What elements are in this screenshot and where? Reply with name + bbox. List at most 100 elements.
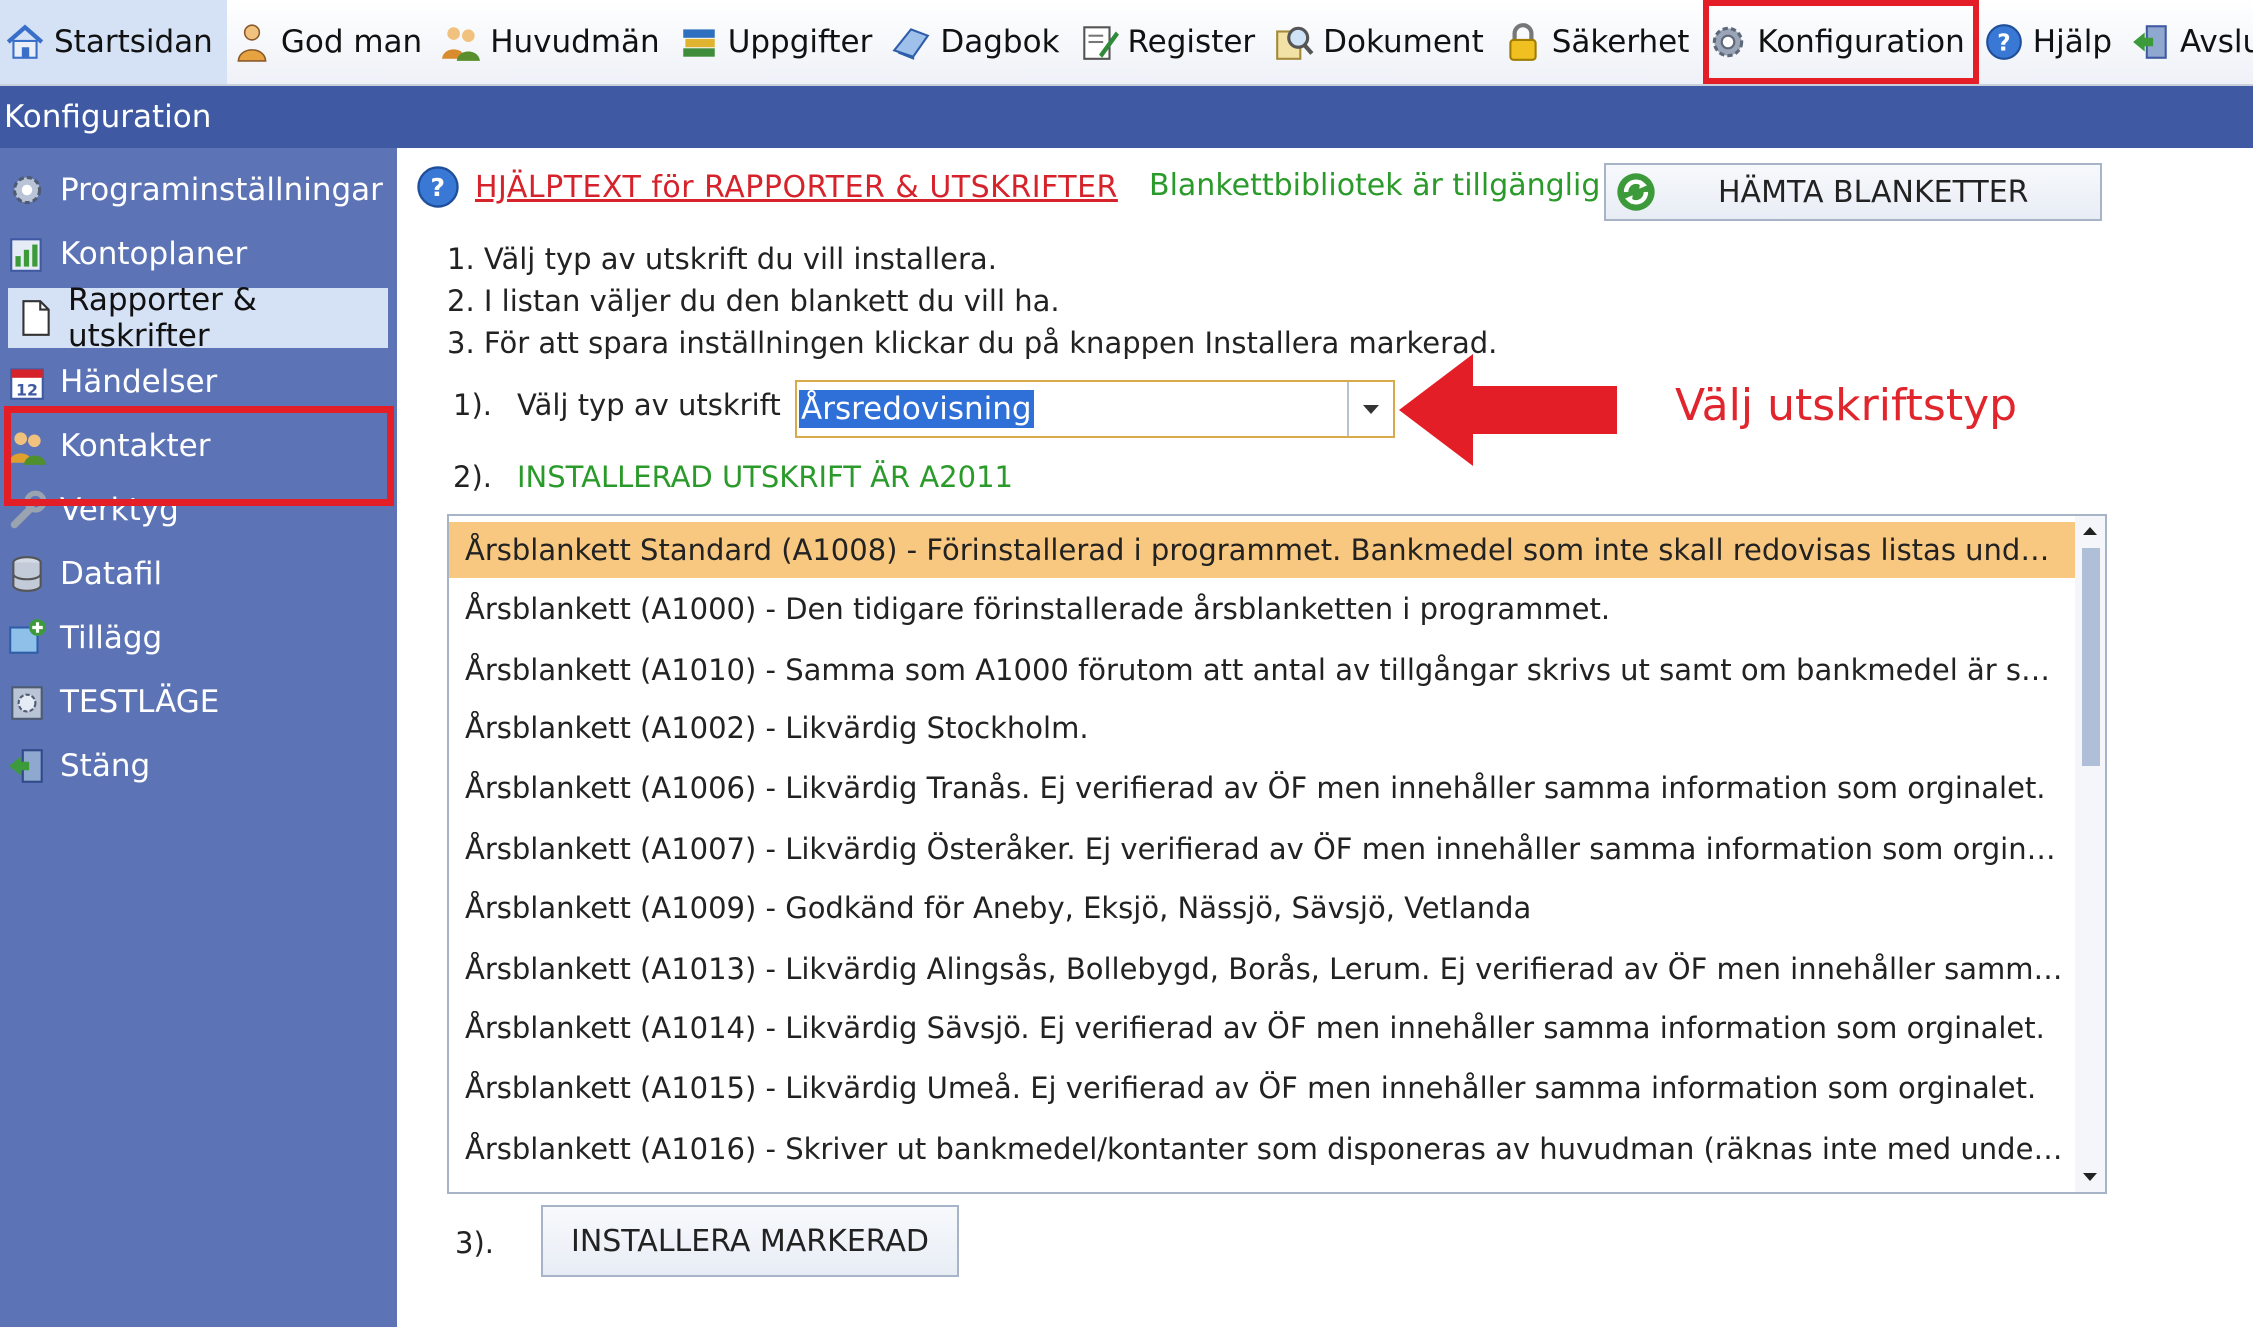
people-icon [442, 27, 481, 61]
contacts-icon [9, 432, 46, 465]
menu-huvudman[interactable]: Huvudmän [436, 0, 673, 84]
install-selected-button[interactable]: INSTALLERA MARKERAD [541, 1205, 959, 1277]
menu-label: Konfiguration [1757, 24, 1965, 60]
sidebar: Programinställningar Kontoplaner Rapport… [0, 148, 397, 1327]
step-2-number: 2). [453, 460, 492, 494]
settings-icon [12, 175, 42, 205]
sidebar-item-label: Tillägg [60, 620, 163, 656]
svg-text:?: ? [430, 173, 445, 202]
instruction-1: 1. Välj typ av utskrift du vill installe… [447, 242, 997, 276]
sidebar-item-tillagg[interactable]: Tillägg [0, 608, 397, 668]
print-type-select[interactable]: Årsredovisning [795, 380, 1395, 438]
menu-dokument[interactable]: Dokument [1269, 0, 1498, 84]
list-item[interactable]: Årsblankett (A1007) - Likvärdig Österåke… [449, 821, 2076, 877]
list-item[interactable]: Årsblankett (A1016) - Skriver ut bankmed… [449, 1121, 2076, 1177]
scroll-thumb[interactable] [2082, 548, 2100, 766]
chart-icon [10, 238, 42, 272]
menu-dagbok[interactable]: Dagbok [886, 0, 1073, 84]
menu-avslut[interactable]: Avslut [2126, 0, 2253, 84]
sidebar-item-stang[interactable]: Stäng [0, 736, 397, 796]
gear-icon [1713, 26, 1744, 58]
wrench-icon [10, 490, 47, 529]
instruction-3: 3. För att spara inställningen klickar d… [447, 326, 1498, 360]
sidebar-item-label: Händelser [60, 364, 218, 400]
list-item[interactable]: Årsblankett (A1006) - Likvärdig Tranås. … [449, 760, 2076, 816]
print-type-label: Välj typ av utskrift [517, 388, 781, 422]
sidebar-item-label: Kontoplaner [60, 236, 248, 272]
menu-label: Uppgifter [727, 24, 873, 60]
sidebar-item-label: Programinställningar [60, 172, 383, 208]
sidebar-item-programinstallningar[interactable]: Programinställningar [0, 160, 397, 220]
menu-startsidan[interactable]: Startsidan [0, 0, 227, 84]
list-item[interactable]: Årsblankett (A1015) - Likvärdig Umeå. Ej… [449, 1060, 2076, 1116]
instruction-2: 2. I listan väljer du den blankett du vi… [447, 284, 1060, 318]
list-item[interactable]: Årsblankett (A1002) - Likvärdig Stockhol… [449, 700, 2076, 756]
print-type-dropdown-button[interactable] [1347, 382, 1393, 436]
menu-label: God man [280, 24, 423, 60]
chevron-up-icon [2083, 527, 2097, 535]
database-icon [12, 556, 42, 592]
test-icon [11, 686, 43, 720]
installed-status: INSTALLERAD UTSKRIFT ÄR A2011 [517, 460, 1013, 494]
list-item[interactable]: Årsblankett (A1000) - Den tidigare förin… [449, 581, 2076, 637]
install-selected-label: INSTALLERA MARKERAD [570, 1223, 930, 1259]
menu-label: Avslut [2180, 24, 2253, 60]
list-item[interactable]: Årsblankett (A1009) - Godkänd för Aneby,… [449, 880, 2076, 936]
sidebar-item-label: Rapporter & utskrifter [68, 282, 257, 354]
notebook-icon [892, 28, 930, 60]
forms-list-scrollbar[interactable] [2075, 516, 2105, 1192]
scroll-down-button[interactable] [2075, 1164, 2105, 1190]
svg-text:?: ? [1997, 30, 2010, 56]
sidebar-item-verktyg[interactable]: Verktyg [0, 480, 397, 540]
red-arrow-annotation [1399, 354, 1617, 466]
document-icon [22, 300, 50, 336]
help-icon: ? [1985, 24, 2022, 60]
sidebar-item-kontoplaner[interactable]: Kontoplaner [0, 224, 397, 284]
lock-icon [1509, 23, 1537, 61]
sidebar-item-label: Kontakter [60, 428, 211, 464]
step-1-number: 1). [453, 388, 492, 422]
forms-list[interactable]: Årsblankett Standard (A1008) - Förinstal… [447, 514, 2107, 1194]
menu-label: Säkerhet [1551, 24, 1690, 60]
menu-label: Startsidan [54, 24, 213, 60]
menu-label: Dokument [1323, 24, 1484, 60]
sidebar-item-kontakter[interactable]: Kontakter [0, 416, 397, 476]
scroll-up-button[interactable] [2075, 518, 2105, 544]
menu-god-man[interactable]: God man [227, 0, 436, 84]
main-menubar: Startsidan God man Huvudmän Uppgifter Da… [0, 0, 2253, 86]
sidebar-item-testlage[interactable]: TESTLÄGE [0, 672, 397, 732]
menu-register[interactable]: Register [1074, 0, 1270, 84]
svg-text:12: 12 [16, 381, 38, 400]
chevron-down-icon [2083, 1173, 2097, 1181]
person-icon [237, 24, 267, 62]
sidebar-item-label: Datafil [60, 556, 163, 592]
menu-label: Huvudmän [490, 24, 660, 60]
sidebar-item-datafil[interactable]: Datafil [0, 544, 397, 604]
help-icon: ? [417, 166, 459, 208]
menu-label: Register [1127, 24, 1256, 60]
refresh-icon [1617, 173, 1655, 211]
list-item[interactable]: Årsblankett (A1013) - Likvärdig Alingsås… [449, 941, 2076, 997]
menu-label: Dagbok [940, 24, 1060, 60]
step-3-number: 3). [455, 1226, 494, 1260]
print-type-value: Årsredovisning [799, 390, 1034, 428]
sidebar-item-label: TESTLÄGE [60, 684, 220, 720]
library-status: Blankettbibliotek är tillgänglig [1149, 168, 1601, 203]
list-item[interactable]: Årsblankett (A1010) - Samma som A1000 fö… [449, 642, 2076, 698]
calendar-icon: 12 [10, 368, 44, 400]
menu-konfiguration[interactable]: Konfiguration [1703, 0, 1979, 84]
sidebar-item-handelser[interactable]: 12 Händelser [0, 352, 397, 412]
list-item[interactable]: Årsblankett (A1014) - Likvärdig Sävsjö. … [449, 1000, 2076, 1056]
help-link[interactable]: ? HJÄLPTEXT för RAPPORTER & UTSKRIFTER [415, 164, 1118, 210]
menu-sakerhet[interactable]: Säkerhet [1498, 0, 1704, 84]
menu-hjalp[interactable]: ? Hjälp [1979, 0, 2126, 84]
sidebar-item-label: Stäng [60, 748, 151, 784]
fetch-forms-button[interactable]: HÄMTA BLANKETTER [1604, 163, 2102, 221]
menu-uppgifter[interactable]: Uppgifter [674, 0, 887, 84]
callout-text: Välj utskriftstyp [1675, 380, 2018, 431]
magnifier-icon [1276, 26, 1314, 60]
section-header: Konfiguration [0, 86, 2253, 148]
help-link-text[interactable]: HJÄLPTEXT för RAPPORTER & UTSKRIFTER [475, 170, 1118, 205]
sidebar-item-rapporter[interactable]: Rapporter & utskrifter [8, 282, 388, 354]
list-item[interactable]: Årsblankett Standard (A1008) - Förinstal… [449, 522, 2076, 578]
